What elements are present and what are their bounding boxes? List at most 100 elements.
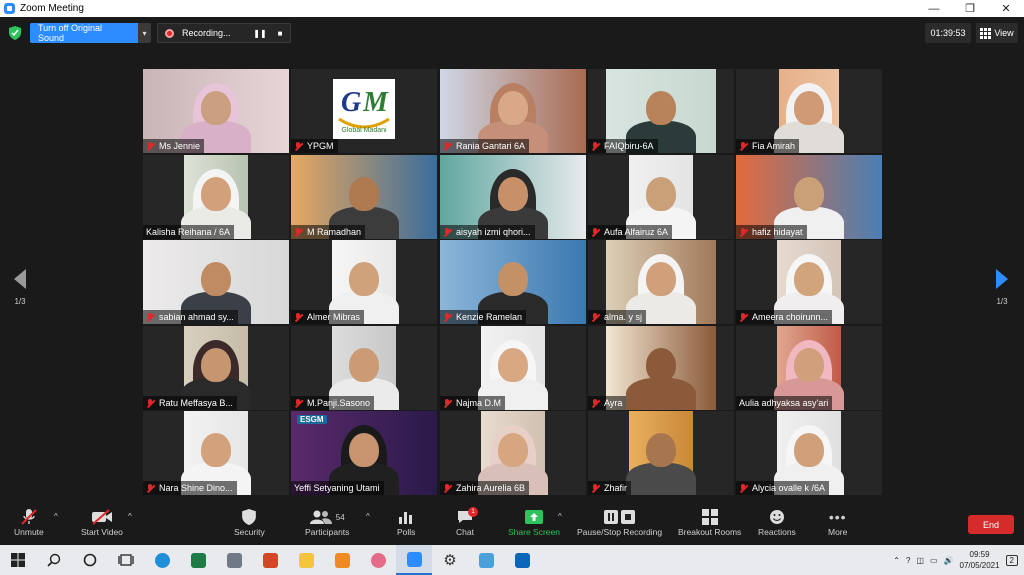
participant-tile[interactable]: Ayra <box>588 326 734 410</box>
previous-page-pager[interactable]: 1/3 <box>8 269 32 306</box>
start-button[interactable] <box>0 545 36 575</box>
participant-name: Kenzie Ramelan <box>456 312 523 322</box>
cortana-button[interactable] <box>72 545 108 575</box>
participant-name-label: M Ramadhan <box>291 225 366 239</box>
muted-mic-icon <box>443 312 451 322</box>
breakout-rooms-button[interactable]: Breakout Rooms <box>678 507 741 543</box>
participant-tile[interactable]: sabian ahmad sy... <box>143 240 289 324</box>
taskbar-media-player[interactable] <box>324 545 360 575</box>
tray-expand-icon[interactable]: ⌃ <box>893 556 900 565</box>
battery-icon[interactable]: ▭ <box>930 556 938 565</box>
participant-tile[interactable]: Aufa Alfairuz 6A <box>588 155 734 239</box>
participant-tile[interactable]: M Ramadhan <box>291 155 437 239</box>
taskbar-powerpoint[interactable] <box>252 545 288 575</box>
video-options-caret[interactable]: ^ <box>128 512 132 521</box>
participant-tile[interactable]: Kenzie Ramelan <box>440 240 586 324</box>
participant-name: Ameera choirunn... <box>752 312 829 322</box>
gallery-grid-icon <box>980 27 992 39</box>
minimize-button[interactable]: — <box>916 0 952 17</box>
participants-options-caret[interactable]: ^ <box>366 512 370 521</box>
participant-tile[interactable]: alma. y sj <box>588 240 734 324</box>
participant-name-label: hafiz hidayat <box>736 225 807 239</box>
pause-recording-icon[interactable]: ❚❚ <box>250 29 270 38</box>
clock-date: 07/05/2021 <box>959 561 1000 570</box>
muted-mic-icon <box>294 227 302 237</box>
task-view-button[interactable] <box>108 545 144 575</box>
participant-name: Almer Mibras <box>307 312 361 322</box>
participant-tile[interactable]: Ratu Meffasya B... <box>143 326 289 410</box>
muted-mic-icon <box>146 483 154 493</box>
participant-tile[interactable]: ESGM Yeffi Setyaning Utami <box>291 411 437 495</box>
taskbar-vscode[interactable] <box>504 545 540 575</box>
more-button[interactable]: ••• More <box>828 507 847 543</box>
taskbar-monitor-app[interactable] <box>468 545 504 575</box>
start-video-button[interactable]: Start Video <box>81 507 123 543</box>
participant-tile[interactable]: Rania Gantari 6A <box>440 69 586 153</box>
participant-tile[interactable]: Ms Jennie <box>143 69 289 153</box>
participant-tile[interactable]: FAIQbiru-6A <box>588 69 734 153</box>
taskbar-file-explorer[interactable] <box>288 545 324 575</box>
participant-tile[interactable]: Ameera choirunn... <box>736 240 882 324</box>
original-sound-dropdown[interactable]: ▾ <box>138 23 151 43</box>
participant-tile[interactable]: Nara Shine Dino... <box>143 411 289 495</box>
help-icon[interactable]: ? <box>906 556 910 565</box>
task-view-icon <box>118 554 134 566</box>
participant-name-label: Aulia adhyaksa asy'ari <box>736 396 833 410</box>
polls-chart-icon <box>399 512 413 524</box>
notification-center-icon[interactable]: 2 <box>1005 554 1018 566</box>
network-icon[interactable]: ◫ <box>916 556 924 565</box>
participant-tile[interactable]: M.Panji.Sasono <box>291 326 437 410</box>
right-arrow-icon[interactable] <box>996 269 1008 289</box>
windows-taskbar: ⚙ ⌃ ? ◫ ▭ 🔊 09:59 07/05/2021 2 <box>0 545 1024 575</box>
taskbar-clock[interactable]: 09:59 07/05/2021 <box>960 549 1000 571</box>
pause-stop-recording-button[interactable]: Pause/Stop Recording <box>577 507 662 543</box>
taskbar-excel[interactable] <box>180 545 216 575</box>
muted-mic-icon <box>146 398 154 408</box>
participant-tile[interactable]: Kalisha Reihana / 6A <box>143 155 289 239</box>
end-meeting-button[interactable]: End <box>968 515 1014 534</box>
restore-button[interactable]: ❐ <box>952 0 988 17</box>
participant-tile[interactable]: G M Global Madani YPGM <box>291 69 437 153</box>
participant-tile[interactable]: Aulia adhyaksa asy'ari <box>736 326 882 410</box>
participant-tile[interactable]: hafiz hidayat <box>736 155 882 239</box>
participant-video <box>626 411 696 495</box>
system-tray: ⌃ ? ◫ ▭ 🔊 09:59 07/05/2021 2 <box>893 545 1018 575</box>
reactions-button[interactable]: Reactions <box>758 507 796 543</box>
participant-tile[interactable]: Najma D.M <box>440 326 586 410</box>
participant-name: M Ramadhan <box>307 227 362 237</box>
participant-tile[interactable]: Almer Mibras <box>291 240 437 324</box>
taskbar-edge[interactable] <box>144 545 180 575</box>
unmute-button[interactable]: Unmute <box>14 507 44 543</box>
participant-tile[interactable]: Alycia ovalle k /6A <box>736 411 882 495</box>
next-page-pager[interactable]: 1/3 <box>990 269 1014 306</box>
participant-name: Aulia adhyaksa asy'ari <box>739 398 829 408</box>
encryption-shield-icon[interactable] <box>9 26 21 40</box>
close-button[interactable]: ✕ <box>988 0 1024 17</box>
excel-icon <box>190 552 206 568</box>
muted-mic-icon <box>739 312 747 322</box>
polls-button[interactable]: Polls <box>397 507 415 543</box>
security-button[interactable]: Security <box>234 507 265 543</box>
clock-time: 09:59 <box>969 550 990 559</box>
view-button[interactable]: View <box>976 23 1018 43</box>
share-options-caret[interactable]: ^ <box>558 512 562 521</box>
participants-button[interactable]: 54 Participants <box>305 507 349 543</box>
security-shield-icon <box>242 509 257 525</box>
participant-tile[interactable]: aisyah izmi qhori... <box>440 155 586 239</box>
chat-button[interactable]: 1 Chat <box>456 507 478 543</box>
taskbar-paint[interactable] <box>360 545 396 575</box>
taskbar-zoom[interactable] <box>396 545 432 575</box>
taskbar-settings[interactable]: ⚙ <box>432 545 468 575</box>
participant-tile[interactable]: Zhafir <box>588 411 734 495</box>
participant-tile[interactable]: Zahira Aurelia 6B <box>440 411 586 495</box>
volume-icon[interactable]: 🔊 <box>944 556 954 565</box>
search-taskbar-button[interactable] <box>36 545 72 575</box>
share-screen-button[interactable]: Share Screen <box>508 507 560 543</box>
audio-options-caret[interactable]: ^ <box>54 512 58 521</box>
original-sound-button[interactable]: Turn off Original Sound <box>30 23 138 43</box>
participant-tile[interactable]: Fia Amirah <box>736 69 882 153</box>
taskbar-app-gray[interactable] <box>216 545 252 575</box>
left-arrow-icon[interactable] <box>14 269 26 289</box>
participant-name: Yeffi Setyaning Utami <box>294 483 380 493</box>
stop-recording-icon[interactable]: ■ <box>270 29 290 38</box>
